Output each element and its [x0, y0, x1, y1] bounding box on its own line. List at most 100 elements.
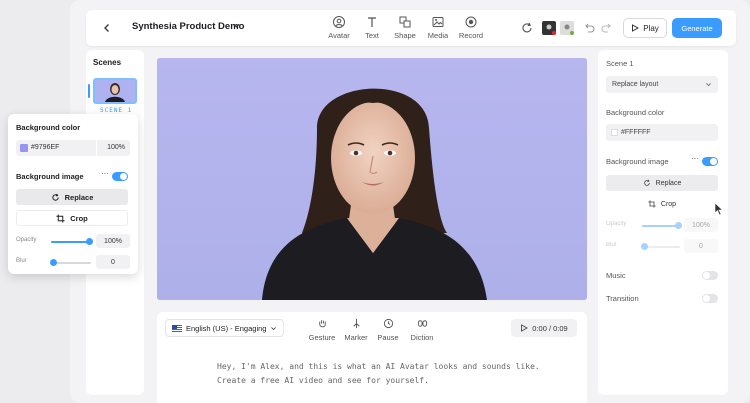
scene-thumbnail[interactable] — [93, 78, 137, 104]
opacity-slider[interactable] — [51, 238, 93, 245]
background-settings-popup: Background color #9796EF 100% Background… — [8, 114, 138, 274]
layout-select[interactable]: Replace layout — [606, 76, 718, 93]
script-line: Hey, I'm Alex, and this is what an AI Av… — [217, 362, 540, 371]
blur-value[interactable]: 0 — [684, 239, 718, 253]
opacity-label: Opacity — [606, 221, 627, 227]
tool-marker-label: Marker — [344, 333, 368, 342]
blur-label: Blur — [16, 258, 27, 264]
tool-record-label: Record — [458, 31, 484, 40]
media-icon — [432, 17, 444, 27]
marker-icon — [352, 318, 360, 329]
bg-color-hex: #9796EF — [31, 144, 60, 151]
bg-color-field[interactable]: #FFFFFF — [606, 124, 718, 141]
crop-icon — [56, 213, 65, 223]
more-options-icon[interactable]: ··· — [691, 154, 699, 163]
opacity-label: Opacity — [16, 237, 37, 243]
replace-button[interactable]: Replace — [606, 175, 718, 191]
scene-active-marker — [88, 84, 90, 98]
tool-pause-label: Pause — [377, 333, 399, 342]
transition-label: Transition — [606, 294, 639, 303]
field-divider — [96, 140, 97, 156]
tool-diction-label: Diction — [410, 333, 434, 342]
script-line: Create a free AI video and see for yours… — [217, 376, 429, 385]
chevron-down-icon[interactable] — [232, 21, 241, 32]
tool-diction[interactable]: Diction — [405, 318, 439, 342]
text-icon — [368, 17, 376, 27]
redo-icon[interactable] — [600, 21, 614, 35]
diction-icon — [417, 320, 427, 327]
pause-icon — [383, 318, 393, 329]
bg-color-opacity[interactable]: 100% — [107, 144, 125, 151]
chevron-down-icon — [706, 83, 711, 87]
generate-button[interactable]: Generate — [672, 18, 722, 38]
opacity-slider[interactable] — [642, 222, 682, 229]
tool-gesture[interactable]: Gesture — [305, 318, 339, 342]
bg-image-toggle[interactable] — [702, 157, 718, 166]
avatar-presenter-image — [157, 58, 587, 300]
slider-knob[interactable] — [675, 222, 682, 229]
script-panel: English (US) - Engaging Gesture Marker P… — [157, 312, 587, 403]
slider-knob[interactable] — [641, 243, 648, 250]
replace-label: Replace — [64, 192, 94, 202]
gesture-icon — [318, 320, 326, 328]
bg-image-toggle[interactable] — [112, 172, 128, 181]
tool-record[interactable]: Record — [451, 15, 491, 40]
crop-icon — [648, 200, 656, 208]
opacity-value[interactable]: 100% — [684, 218, 718, 232]
tool-marker[interactable]: Marker — [339, 318, 373, 342]
bg-color-title: Background color — [606, 108, 665, 117]
voice-language-select[interactable]: English (US) - Engaging — [165, 319, 285, 337]
slider-knob[interactable] — [50, 259, 57, 266]
replace-icon — [51, 193, 59, 201]
scene-title: Scene 1 — [606, 59, 634, 68]
avatar-thumbnail-image — [95, 80, 135, 102]
crop-button[interactable]: Crop — [16, 210, 128, 226]
color-swatch[interactable] — [20, 144, 28, 152]
project-title[interactable]: Synthesia Product Demo — [132, 21, 244, 32]
back-arrow-icon[interactable] — [98, 19, 116, 37]
undo-icon[interactable] — [582, 21, 596, 35]
more-options-icon[interactable]: ··· — [101, 169, 109, 178]
transition-toggle[interactable] — [702, 294, 718, 303]
video-canvas[interactable] — [157, 58, 587, 300]
mouse-cursor-icon — [714, 202, 724, 216]
replace-button[interactable]: Replace — [16, 189, 128, 205]
chevron-down-icon — [271, 326, 277, 330]
bg-color-title: Background color — [16, 123, 81, 132]
avatar-icon — [333, 16, 345, 28]
bg-image-title: Background image — [606, 157, 669, 166]
us-flag-icon — [172, 324, 182, 332]
shape-icon — [399, 16, 411, 28]
voice-language-label: English (US) - Engaging — [186, 323, 267, 333]
bg-image-title: Background image — [16, 172, 84, 181]
user-avatar[interactable] — [560, 21, 574, 35]
blur-slider[interactable] — [641, 243, 680, 250]
slider-knob[interactable] — [86, 238, 93, 245]
replace-icon — [643, 179, 650, 186]
scenes-title: Scenes — [93, 58, 122, 67]
scene-label: SCENE 1 — [100, 107, 133, 114]
bg-color-field[interactable]: #9796EF 100% — [16, 140, 130, 156]
play-button[interactable]: Play — [623, 18, 667, 38]
crop-label: Crop — [660, 200, 677, 208]
music-toggle[interactable] — [702, 271, 718, 280]
preview-time-button[interactable]: 0:00 / 0:09 — [511, 319, 577, 337]
opacity-value[interactable]: 100% — [96, 234, 130, 248]
crop-label: Crop — [70, 213, 88, 223]
blur-value[interactable]: 0 — [96, 255, 130, 269]
play-icon — [632, 24, 640, 32]
collaborator-avatar[interactable] — [542, 21, 556, 35]
time-readout: 0:00 / 0:09 — [532, 323, 568, 333]
blur-slider[interactable] — [50, 259, 91, 266]
blur-label: Blur — [606, 242, 617, 248]
replace-label: Replace — [655, 179, 682, 187]
tool-pause[interactable]: Pause — [371, 318, 405, 342]
script-text[interactable]: Hey, I'm Alex, and this is what an AI Av… — [217, 360, 577, 388]
crop-button[interactable]: Crop — [606, 196, 718, 212]
music-label: Music — [606, 271, 626, 280]
top-toolbar: Synthesia Product Demo Avatar Text Shape… — [86, 10, 736, 46]
color-swatch — [611, 129, 618, 136]
sync-icon[interactable] — [520, 21, 534, 35]
record-icon — [465, 16, 477, 28]
play-icon — [521, 324, 529, 332]
